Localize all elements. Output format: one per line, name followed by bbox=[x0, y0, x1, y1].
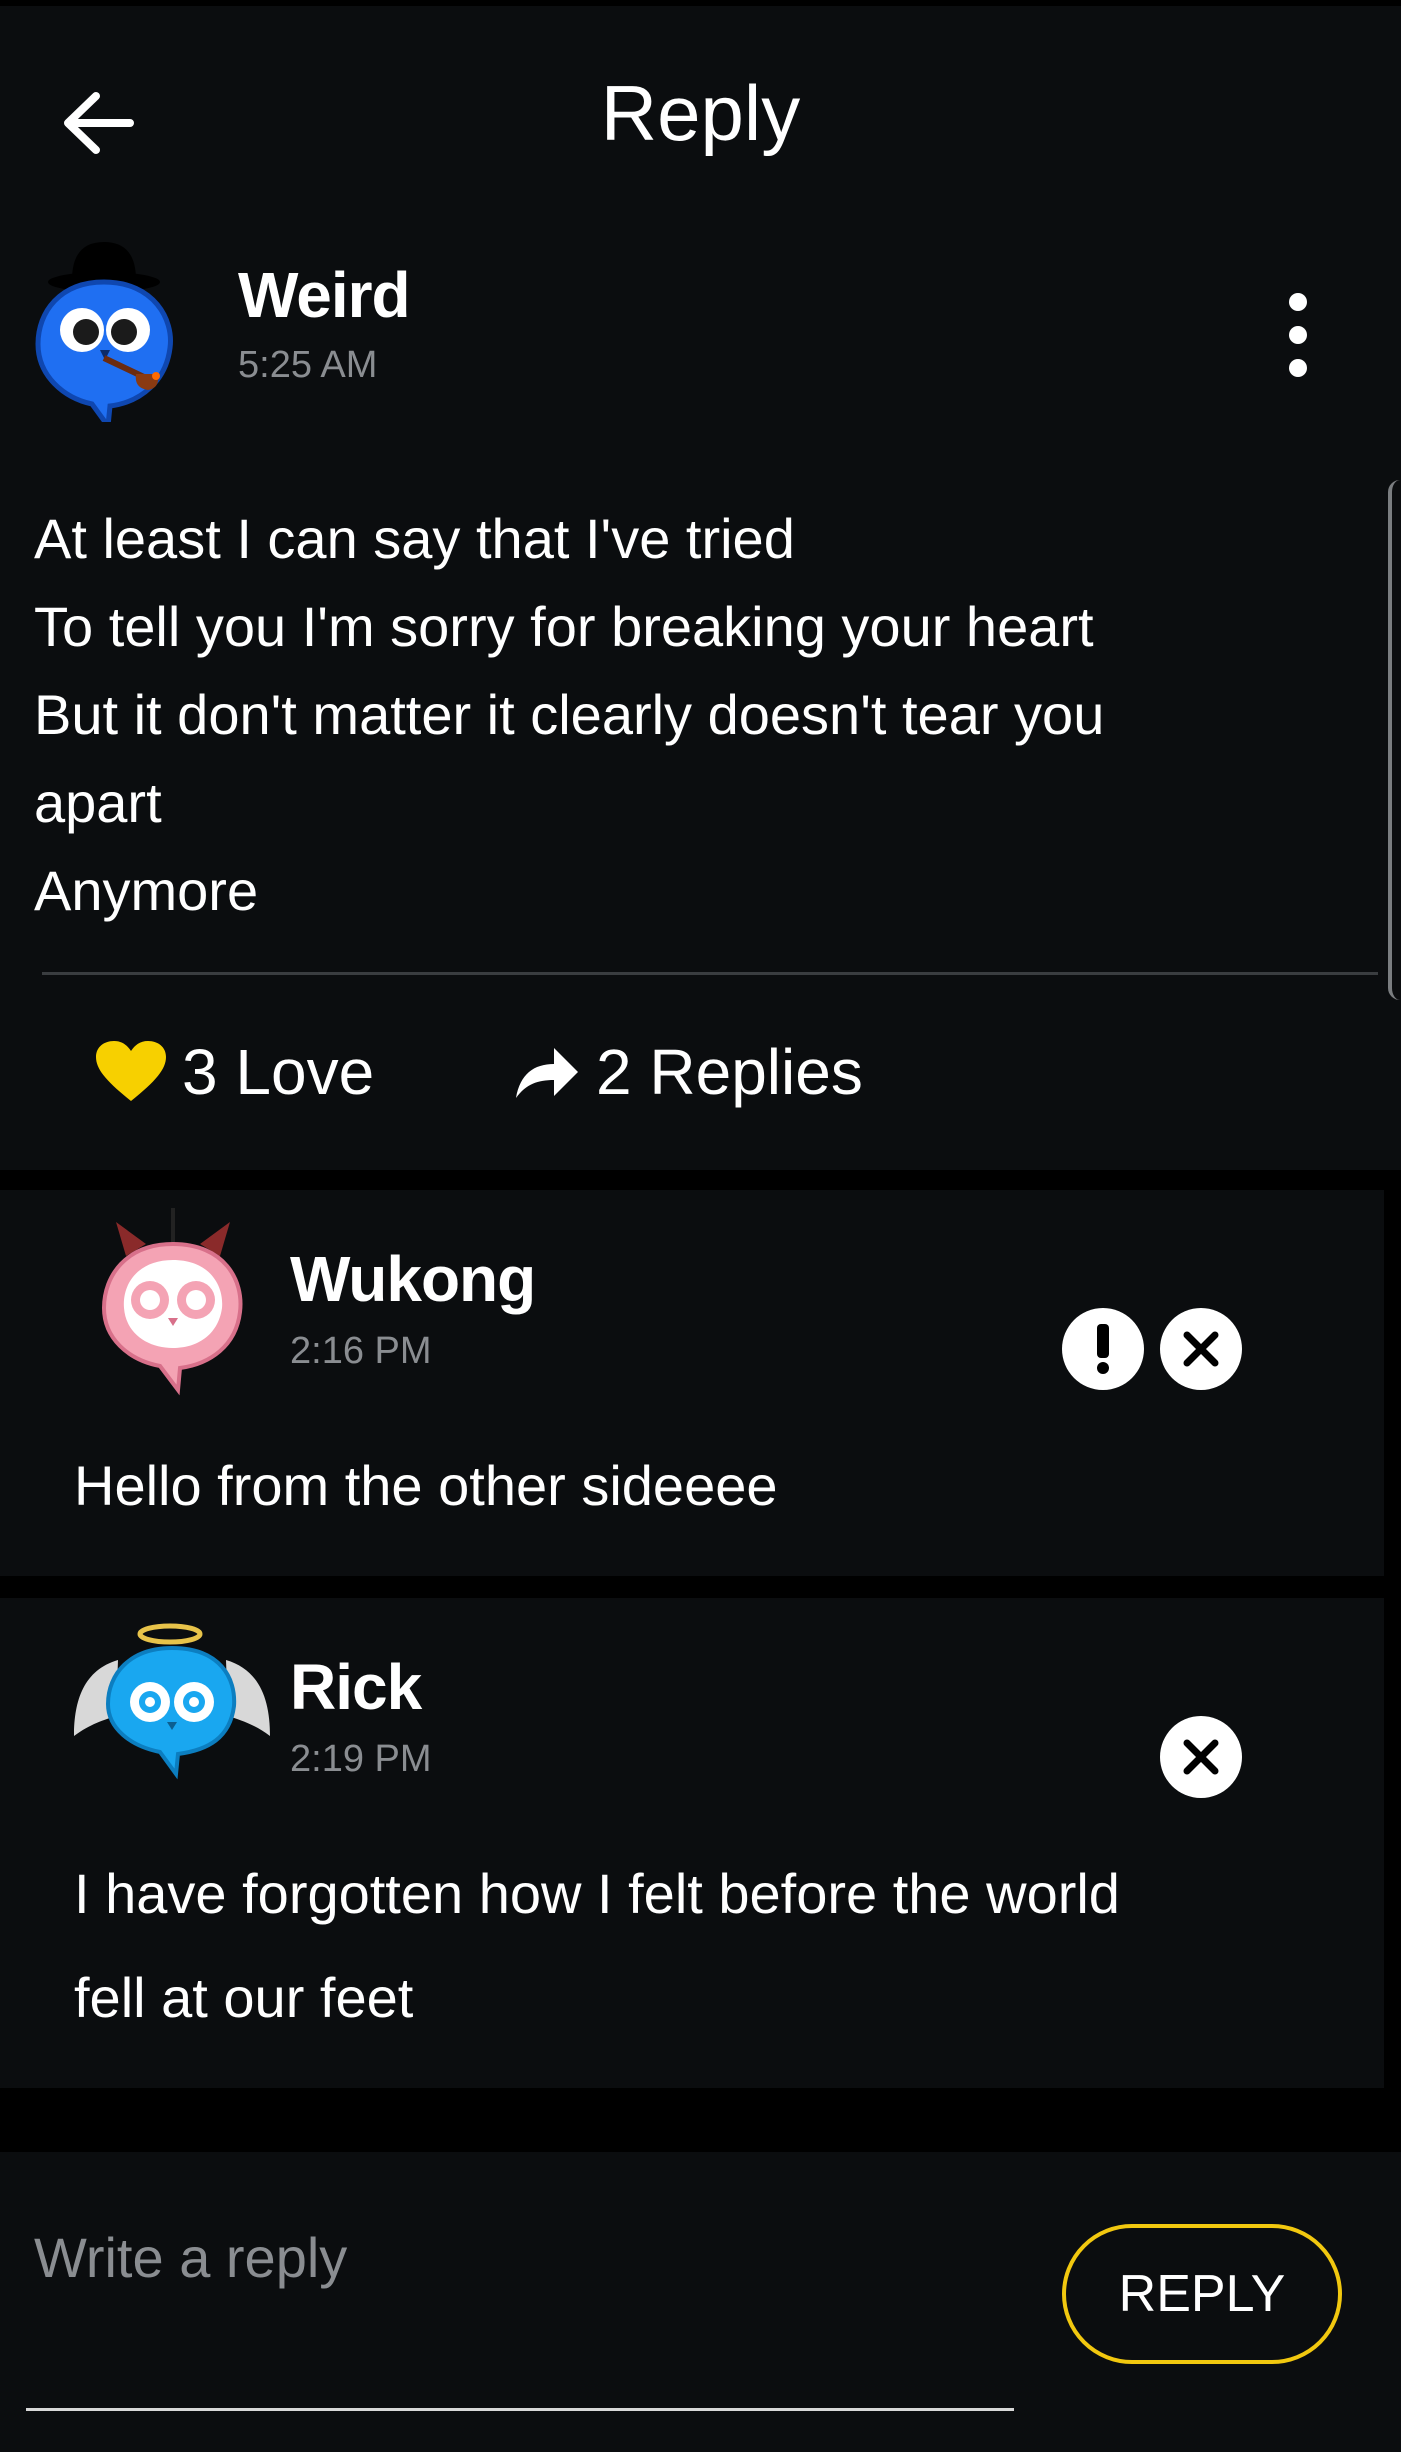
reply-card: Wukong 2:16 PM Hello from the other side… bbox=[0, 1190, 1384, 1576]
reply-line: Hello from the other sideeee bbox=[74, 1454, 778, 1517]
divider bbox=[42, 972, 1378, 975]
heart-icon bbox=[96, 1041, 166, 1101]
exclamation-icon bbox=[1097, 1324, 1109, 1374]
reply-body: I have forgotten how I felt before the w… bbox=[74, 1842, 1120, 2050]
post-line: Anymore bbox=[34, 859, 259, 922]
top-bar: Reply bbox=[0, 0, 1401, 230]
post-line: But it don't matter it clearly doesn't t… bbox=[34, 683, 1105, 746]
reply-button[interactable]: REPLY bbox=[1062, 2224, 1342, 2364]
post-line: apart bbox=[34, 771, 162, 834]
post-time: 5:25 AM bbox=[238, 344, 378, 386]
report-button[interactable] bbox=[1062, 1308, 1144, 1390]
more-options-icon[interactable] bbox=[1280, 290, 1316, 380]
reply-line: I have forgotten how I felt before the w… bbox=[74, 1862, 1120, 1925]
original-post: Weird 5:25 AM At least I can say that I'… bbox=[0, 230, 1401, 1170]
post-author[interactable]: Weird bbox=[238, 258, 411, 332]
reply-body: Hello from the other sideeee bbox=[74, 1434, 778, 1538]
reply-card: Rick 2:19 PM I have forgotten how I felt… bbox=[0, 1598, 1384, 2088]
angel-owl-avatar-icon[interactable] bbox=[74, 1620, 274, 1782]
page-title: Reply bbox=[600, 69, 801, 157]
devil-owl-avatar-icon[interactable] bbox=[98, 1208, 248, 1398]
scroll-edge bbox=[1388, 480, 1401, 1000]
reply-author[interactable]: Wukong bbox=[290, 1242, 536, 1316]
owl-avatar-icon[interactable] bbox=[34, 230, 184, 422]
replies-count: 2 Replies bbox=[596, 1036, 863, 1108]
dismiss-button[interactable] bbox=[1160, 1716, 1242, 1798]
close-icon bbox=[1183, 1331, 1219, 1367]
post-line: To tell you I'm sorry for breaking your … bbox=[34, 595, 1094, 658]
love-button[interactable]: 3 Love bbox=[96, 1035, 374, 1109]
reply-time: 2:19 PM bbox=[290, 1738, 432, 1780]
close-icon bbox=[1183, 1739, 1219, 1775]
input-underline bbox=[26, 2408, 1014, 2411]
reply-line: fell at our feet bbox=[74, 1966, 414, 2029]
share-arrow-icon bbox=[516, 1048, 578, 1098]
reply-input[interactable] bbox=[34, 2212, 994, 2302]
love-count: 3 Love bbox=[182, 1036, 375, 1108]
reply-time: 2:16 PM bbox=[290, 1330, 432, 1372]
dismiss-button[interactable] bbox=[1160, 1308, 1242, 1390]
reply-composer: REPLY bbox=[0, 2152, 1401, 2452]
post-body: At least I can say that I've tried To te… bbox=[34, 495, 1354, 935]
replies-button[interactable]: 2 Replies bbox=[514, 1035, 863, 1109]
post-line: At least I can say that I've tried bbox=[34, 507, 795, 570]
reply-author[interactable]: Rick bbox=[290, 1650, 422, 1724]
